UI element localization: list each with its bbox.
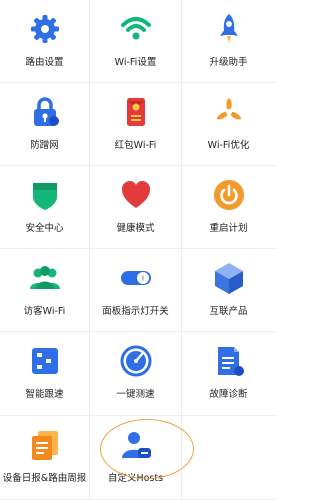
wifi-icon bbox=[119, 12, 153, 46]
tile-label: 安全中心 bbox=[25, 223, 64, 234]
tile-router-settings[interactable]: 路由设置 bbox=[0, 0, 90, 83]
tile-label: 自定义Hosts bbox=[107, 473, 164, 484]
tile-label: 升级助手 bbox=[209, 57, 248, 68]
tile-daily-weekly-report[interactable]: 设备日报&路由周报 bbox=[0, 416, 90, 500]
tile-panel-light-switch[interactable]: 面板指示灯开关 bbox=[90, 249, 182, 332]
tile-label: 红包Wi-Fi bbox=[114, 140, 157, 151]
tile-restart-schedule[interactable]: 重启计划 bbox=[182, 166, 275, 249]
tile-label: 故障诊断 bbox=[209, 389, 248, 400]
red-envelope-icon bbox=[119, 95, 153, 129]
tile-anti-leech[interactable]: 防蹭网 bbox=[0, 83, 90, 166]
tile-label: Wi-Fi设置 bbox=[114, 57, 157, 68]
tile-custom-hosts[interactable]: 自定义Hosts bbox=[90, 416, 182, 500]
user-badge-icon bbox=[119, 428, 153, 462]
tile-label: 设备日报&路由周报 bbox=[2, 473, 87, 484]
tile-label: 智能跟速 bbox=[25, 389, 64, 400]
tile-label: 健康模式 bbox=[116, 223, 155, 234]
guests-icon bbox=[28, 261, 62, 295]
tile-red-envelope-wifi[interactable]: 红包Wi-Fi bbox=[90, 83, 182, 166]
report-icon bbox=[28, 428, 62, 462]
tile-label: 访客Wi-Fi bbox=[23, 306, 66, 317]
power-icon bbox=[212, 178, 246, 212]
lock-icon bbox=[28, 95, 62, 129]
tile-wifi-optimize[interactable]: Wi-Fi优化 bbox=[182, 83, 275, 166]
tile-smart-speed-follow[interactable]: 智能跟速 bbox=[0, 332, 90, 416]
tile-fault-diagnosis[interactable]: 故障诊断 bbox=[182, 332, 275, 416]
document-icon bbox=[212, 344, 246, 378]
shield-icon bbox=[28, 178, 62, 212]
tile-upgrade-assistant[interactable]: 升级助手 bbox=[182, 0, 275, 83]
tile-label: 互联产品 bbox=[209, 306, 248, 317]
tile-label: 面板指示灯开关 bbox=[102, 306, 169, 317]
speed-track-icon bbox=[28, 344, 62, 378]
fan-icon bbox=[212, 95, 246, 129]
toggle-icon bbox=[119, 261, 153, 295]
rocket-icon bbox=[212, 12, 246, 46]
speedometer-icon bbox=[119, 344, 153, 378]
gear-icon bbox=[28, 12, 62, 46]
cube-icon bbox=[212, 261, 246, 295]
tile-connected-products[interactable]: 互联产品 bbox=[182, 249, 275, 332]
tile-label: 重启计划 bbox=[209, 223, 248, 234]
empty-cell bbox=[182, 416, 275, 500]
tile-security-center[interactable]: 安全中心 bbox=[0, 166, 90, 249]
tile-wifi-settings[interactable]: Wi-Fi设置 bbox=[90, 0, 182, 83]
tile-label: Wi-Fi优化 bbox=[207, 140, 250, 151]
heart-icon bbox=[119, 178, 153, 212]
tile-label: 路由设置 bbox=[25, 57, 64, 68]
tools-grid: 路由设置 Wi-Fi设置 升级助手 防蹭网 红包Wi-Fi Wi-Fi优化 安全… bbox=[0, 0, 275, 500]
tile-speed-test[interactable]: 一键测速 bbox=[90, 332, 182, 416]
tile-health-mode[interactable]: 健康模式 bbox=[90, 166, 182, 249]
tile-label: 防蹭网 bbox=[30, 140, 59, 151]
tile-guest-wifi[interactable]: 访客Wi-Fi bbox=[0, 249, 90, 332]
tile-label: 一键测速 bbox=[116, 389, 155, 400]
